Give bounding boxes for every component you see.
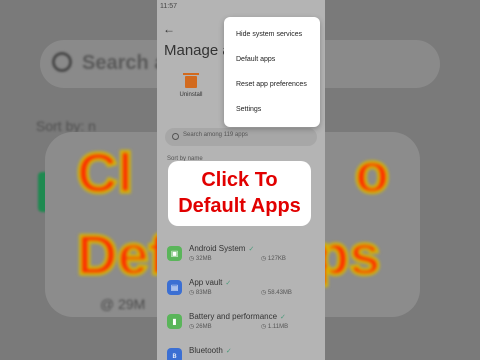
app-data: 127KB [261,255,286,262]
search-placeholder: Search among 119 apps [183,132,248,138]
bluetooth-icon: ʙ [167,348,182,360]
background-search-text: Search a [82,52,166,74]
app-size: 83MB [189,289,212,296]
verified-icon: ✓ [280,314,286,321]
background-callout-line1b: o [353,140,390,206]
app-name: Battery and performance ✓ [189,312,286,321]
status-time: 11:57 [160,3,177,10]
menu-item-hide-system-services[interactable]: Hide system services [236,31,302,38]
search-icon [172,133,179,140]
menu-item-default-apps[interactable]: Default apps [236,56,275,63]
app-data: 1.11MB [261,323,288,330]
app-name: Android System ✓ [189,244,255,253]
app-size: 32MB [189,255,212,262]
background-bottom-text: @ 29M [100,296,146,312]
android-icon: ▣ [167,246,182,261]
app-row-bluetooth[interactable]: ʙ Bluetooth ✓ [165,346,321,360]
app-row-app-vault[interactable]: ▤ App vault✓ 83MB 58.43MB [165,278,321,302]
app-data: 58.43MB [261,289,292,296]
back-arrow-icon[interactable]: ← [163,22,175,36]
callout-line2: Default Apps [178,195,301,217]
trash-icon [183,73,199,88]
app-name: App vault ✓ [189,278,232,287]
battery-icon: ▮ [167,314,182,329]
app-row-android-system[interactable]: ▣ Android System✓ 32MB 127KB [165,244,321,268]
app-size: 26MB [189,323,212,330]
overflow-menu: Hide system services Default apps Reset … [224,17,320,127]
app-vault-icon: ▤ [167,280,182,295]
search-input[interactable]: Search among 119 apps [165,128,317,146]
uninstall-label: Uninstall [179,92,203,98]
instruction-callout: Click To Default Apps [168,161,311,226]
verified-icon: ✓ [248,246,255,253]
callout-line1: Click To [201,169,278,191]
app-name: Bluetooth ✓ [189,346,232,355]
background-search-icon [52,52,72,72]
verified-icon: ✓ [225,348,232,355]
menu-item-reset-app-preferences[interactable]: Reset app preferences [236,81,307,88]
app-row-battery[interactable]: ▮ Battery and performance✓ 26MB 1.11MB [165,312,321,336]
menu-item-settings[interactable]: Settings [236,106,261,113]
verified-icon: ✓ [225,280,232,287]
uninstall-button[interactable]: Uninstall [175,73,207,98]
background-callout-line1: Cl [76,140,135,206]
